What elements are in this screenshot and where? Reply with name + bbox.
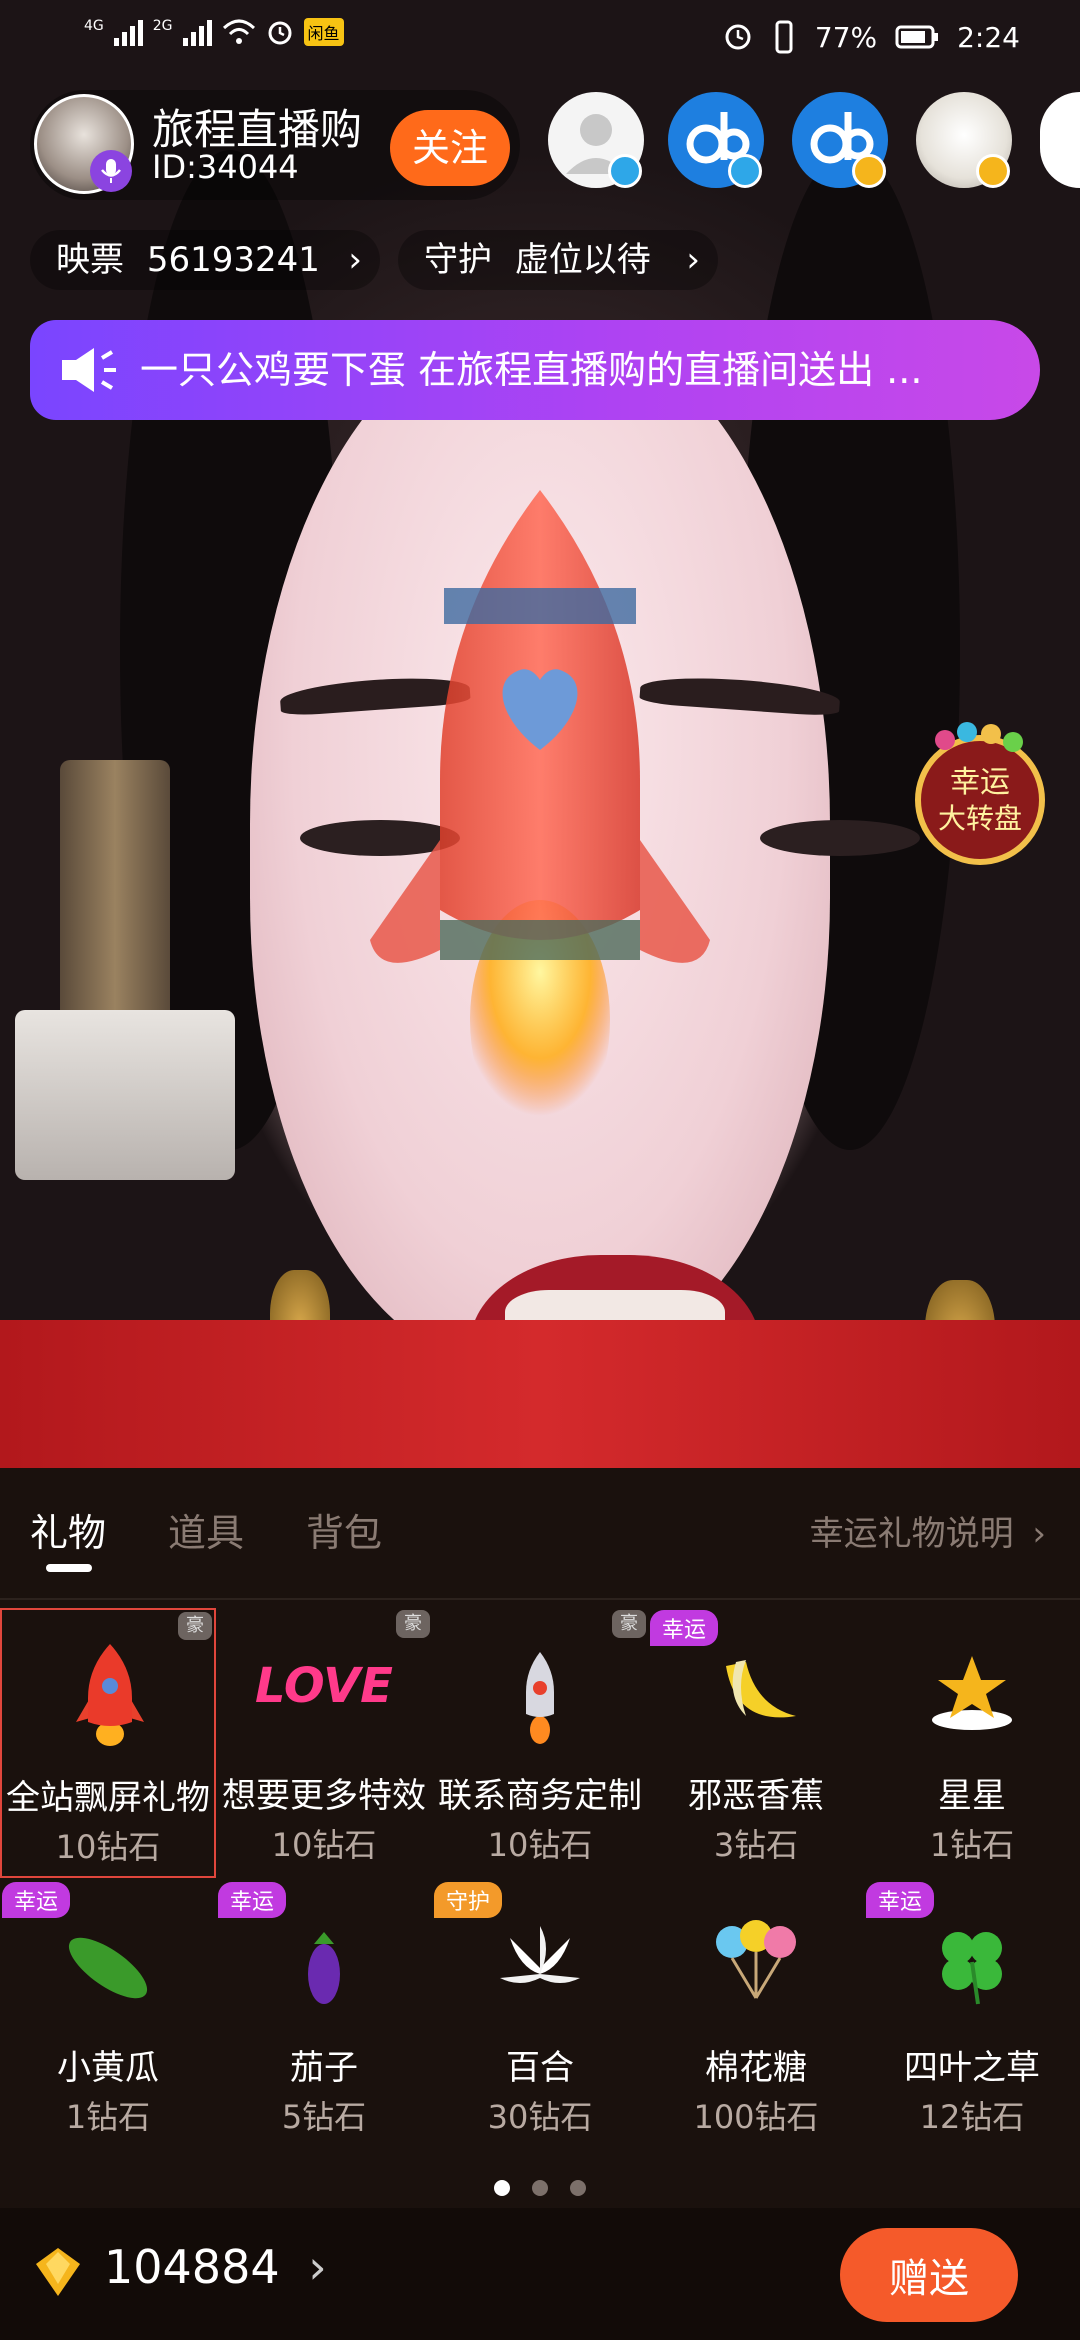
alarm-icon xyxy=(268,21,292,45)
gift-item-star[interactable]: 星星 1钻石 xyxy=(864,1608,1080,1878)
gift-price: 3钻石 xyxy=(713,1826,799,1864)
gift-item-cucumber[interactable]: 幸运 小黄瓜 1钻石 xyxy=(0,1880,216,2150)
gift-price: 12钻石 xyxy=(919,2098,1025,2136)
page-dot[interactable] xyxy=(494,2180,510,2196)
gift-item-rocket[interactable]: 豪 全站飘屏礼物 10钻石 xyxy=(0,1608,216,1878)
gift-price: 5钻石 xyxy=(281,2098,367,2136)
divider xyxy=(0,1598,1080,1600)
video-bottle xyxy=(60,760,170,1020)
banner-text: 一只公鸡要下蛋 在旅程直播购的直播间送出 ... xyxy=(140,348,923,392)
gift-footer: 104884 › 赠送 xyxy=(0,2208,1080,2340)
tickets-label: 映票 xyxy=(56,240,124,280)
signal-icon-2 xyxy=(182,18,212,46)
banana-gift-icon xyxy=(726,1660,796,1718)
rocket-effect-icon xyxy=(370,490,710,1140)
cotton-candy-gift-icon xyxy=(716,1920,796,1999)
gift-panel: 礼物 道具 背包 幸运礼物说明 › 豪 全站飘屏礼物 10钻石 豪 LOVE 想… xyxy=(0,1468,1080,2340)
broadcast-banner[interactable]: 一只公鸡要下蛋 在旅程直播购的直播间送出 ... xyxy=(30,320,1040,420)
gift-price: 10钻石 xyxy=(487,1826,593,1864)
gift-item-banana[interactable]: 幸运 邪恶香蕉 3钻石 xyxy=(648,1608,864,1878)
viewer-level-badge-icon xyxy=(976,154,1010,188)
network-type-2: 2G xyxy=(152,18,173,34)
gift-price: 100钻石 xyxy=(693,2098,819,2136)
tab-props[interactable]: 道具 xyxy=(168,1502,244,1557)
video-cream-jar xyxy=(15,1010,235,1180)
lucky-gift-help-link[interactable]: 幸运礼物说明 › xyxy=(810,1506,1046,1555)
luxury-tag: 豪 xyxy=(396,1610,430,1638)
page-dot[interactable] xyxy=(570,2180,586,2196)
diamond-balance[interactable]: 104884 › xyxy=(104,2240,327,2294)
guard-label: 守护 xyxy=(424,240,492,280)
chevron-right-icon: › xyxy=(348,240,362,280)
lucky-wheel-line2: 大转盘 xyxy=(938,802,1022,835)
lily-gift-icon xyxy=(500,1926,580,1983)
tab-gifts[interactable]: 礼物 xyxy=(30,1502,106,1557)
gift-name: 星星 xyxy=(938,1776,1006,1816)
viewer-level-badge-icon xyxy=(728,154,762,188)
gift-name: 四叶之草 xyxy=(904,2048,1040,2088)
gift-price: 10钻石 xyxy=(271,1826,377,1864)
tab-backpack[interactable]: 背包 xyxy=(306,1502,382,1557)
balance-value: 104884 xyxy=(104,2240,280,2294)
megaphone-icon xyxy=(62,348,116,392)
tickets-stat[interactable]: 映票 56193241 › xyxy=(30,230,380,290)
follow-button[interactable]: 关注 xyxy=(390,110,510,186)
gift-item-love[interactable]: 豪 LOVE 想要更多特效 10钻石 xyxy=(216,1608,432,1878)
viewer-level-badge-icon xyxy=(852,154,886,188)
vibrate-icon xyxy=(775,20,793,54)
love-gift-icon: LOVE xyxy=(255,1658,393,1714)
gift-item-lily[interactable]: 守护 百合 30钻石 xyxy=(432,1880,648,2150)
signal-icon xyxy=(113,18,143,46)
mic-icon xyxy=(90,150,132,192)
cucumber-gift-icon xyxy=(68,1937,148,1999)
tickets-value: 56193241 xyxy=(146,240,320,280)
guard-value: 虚位以待 xyxy=(514,240,651,280)
luxury-tag: 豪 xyxy=(612,1610,646,1638)
app-notification-icon: 闲鱼 xyxy=(303,18,344,46)
battery-icon xyxy=(895,25,939,49)
viewer-level-badge-icon xyxy=(608,154,642,188)
live-video[interactable]: 幸运 大转盘 xyxy=(0,0,1080,1468)
clock-icon xyxy=(725,24,751,50)
send-gift-button[interactable]: 赠送 xyxy=(840,2228,1018,2322)
gift-price: 10钻石 xyxy=(55,1828,161,1866)
wifi-icon xyxy=(222,19,255,44)
chevron-right-icon: › xyxy=(686,240,700,280)
luxury-tag: 豪 xyxy=(178,1612,212,1640)
video-eye-right xyxy=(760,820,920,856)
guard-stat[interactable]: 守护 虚位以待 › xyxy=(398,230,718,290)
gift-item-eggplant[interactable]: 幸运 茄子 5钻石 xyxy=(216,1880,432,2150)
battery-percent: 77% xyxy=(814,20,878,54)
help-link-label: 幸运礼物说明 xyxy=(809,1514,1014,1554)
chevron-right-icon: › xyxy=(308,2240,327,2294)
lucky-wheel-button[interactable]: 幸运 大转盘 xyxy=(905,720,1055,870)
host-id: ID:34044 xyxy=(152,148,299,186)
lucky-wheel-line1: 幸运 xyxy=(950,765,1010,800)
star-gift-icon xyxy=(932,1656,1012,1730)
gift-item-clover[interactable]: 幸运 四叶之草 12钻石 xyxy=(864,1880,1080,2150)
clover-gift-icon xyxy=(942,1932,1002,2005)
rocket-gift-icon xyxy=(76,1644,144,1746)
gift-item-cotton-candy[interactable]: 棉花糖 100钻石 xyxy=(648,1880,864,2150)
gift-item-custom[interactable]: 豪 联系商务定制 10钻石 xyxy=(432,1608,648,1878)
page-indicator xyxy=(0,2180,1080,2196)
gift-price: 1钻石 xyxy=(65,2098,151,2136)
chevron-right-icon: › xyxy=(1032,1514,1046,1554)
clock-time: 2:24 xyxy=(957,20,1020,54)
gift-tabs: 礼物 道具 背包 幸运礼物说明 › xyxy=(0,1468,1080,1598)
active-tab-indicator xyxy=(46,1564,92,1572)
network-type-1: 4G xyxy=(84,18,104,34)
gift-price: 1钻石 xyxy=(929,1826,1015,1864)
diamond-icon xyxy=(36,2248,80,2296)
gift-price: 30钻石 xyxy=(487,2098,593,2136)
status-bar: 4G 2G 闲鱼 77% 2:24 xyxy=(0,0,1080,80)
page-dot[interactable] xyxy=(532,2180,548,2196)
eggplant-gift-icon xyxy=(308,1932,340,2004)
small-rocket-gift-icon xyxy=(526,1652,554,1744)
video-shirt xyxy=(0,1320,1080,1468)
